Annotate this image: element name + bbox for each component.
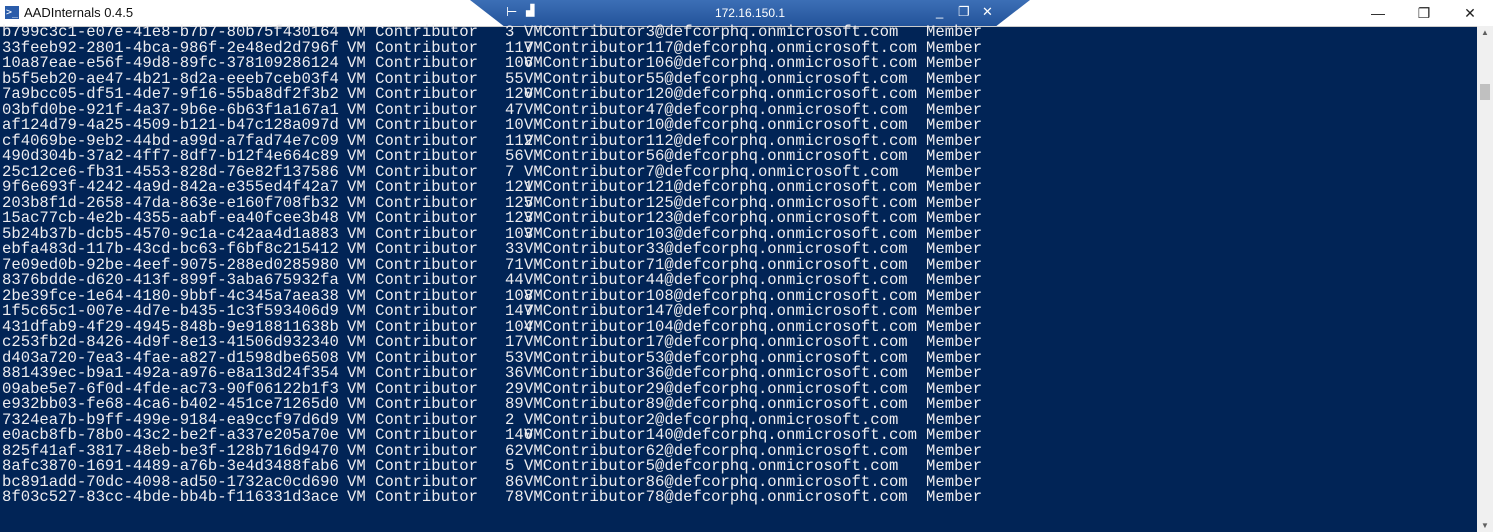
remote-host-address: 172.16.150.1 xyxy=(714,6,786,20)
scroll-down-arrow-icon[interactable]: ▼ xyxy=(1477,521,1493,530)
number: 78 xyxy=(505,488,524,506)
vertical-scrollbar[interactable]: ▲ ▼ xyxy=(1477,26,1493,532)
powershell-icon: >_ xyxy=(5,6,19,19)
user-type: Member xyxy=(926,488,983,506)
object-id: 8f03c527-83cc-4bde-bb4b-f116331d3ace xyxy=(2,488,339,506)
maximize-button[interactable]: ❐ xyxy=(1401,2,1447,24)
rdp-restore-button[interactable]: ❐ xyxy=(958,4,970,20)
close-button[interactable]: ✕ xyxy=(1447,2,1493,24)
display-name: VM Contributor xyxy=(347,488,479,506)
console-output[interactable]: b799c3c1-e07e-41e8-b7b7-80b75f430164 VM C… xyxy=(2,24,1476,532)
minimize-button[interactable]: — xyxy=(1355,2,1401,24)
scroll-up-arrow-icon[interactable]: ▲ xyxy=(1477,28,1493,37)
rdp-close-button[interactable]: ✕ xyxy=(982,4,993,20)
window-title: AADInternals 0.4.5 xyxy=(24,5,134,20)
scrollbar-thumb[interactable] xyxy=(1480,84,1490,100)
rdp-minimize-button[interactable]: _ xyxy=(936,4,943,19)
user-principal-name: VMContributor78@defcorphq.onmicrosoft.co… xyxy=(524,488,908,506)
